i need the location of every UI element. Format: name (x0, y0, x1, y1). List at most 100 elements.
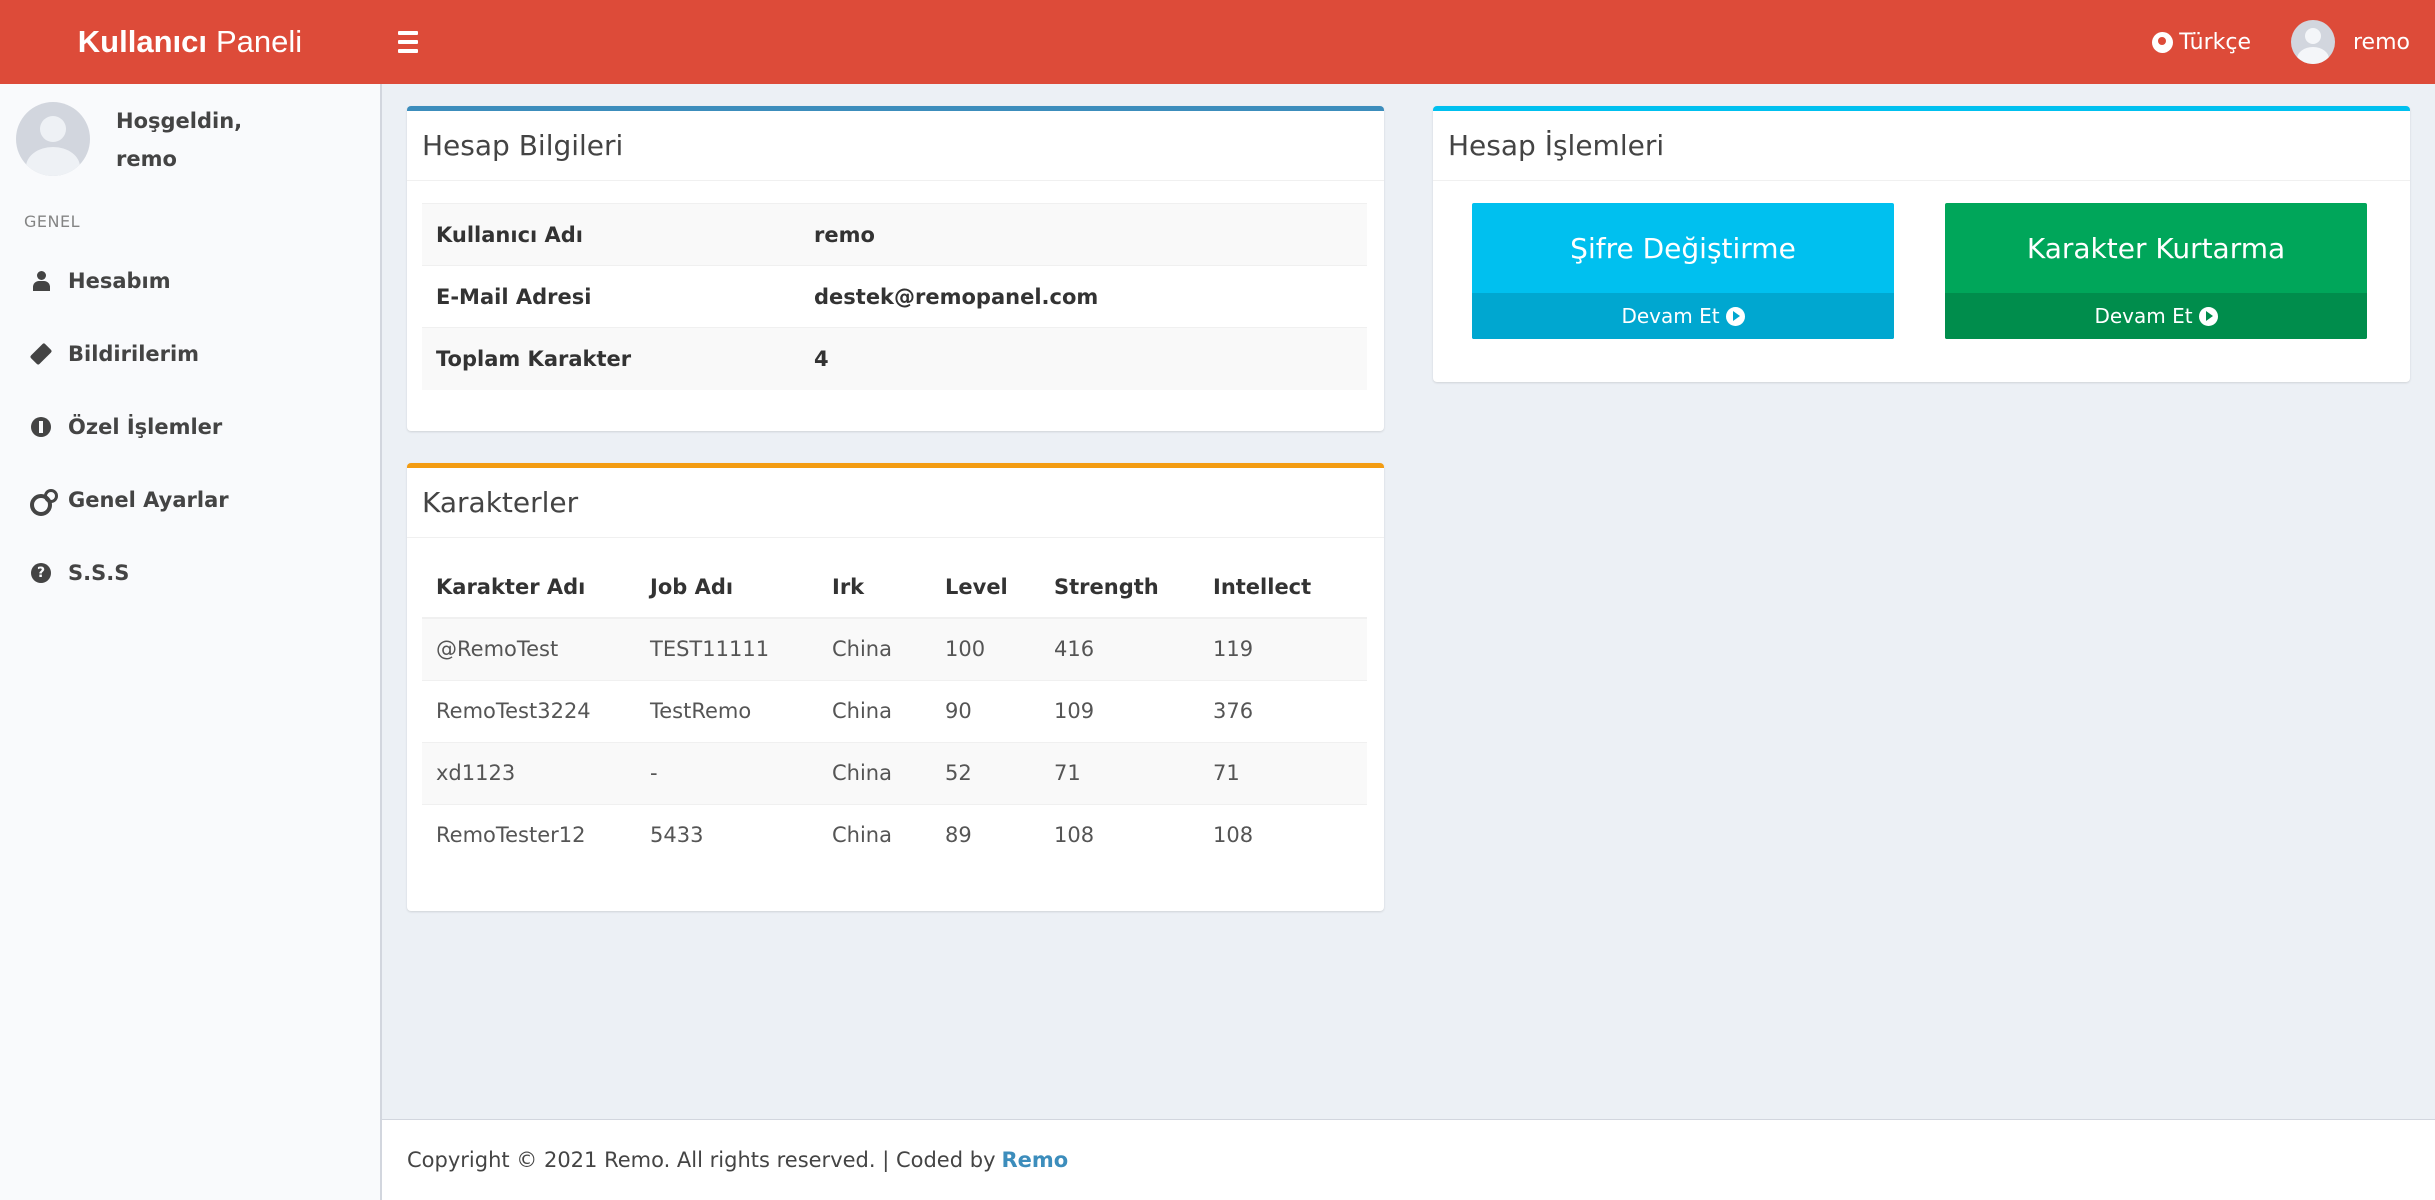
greeting: Hoşgeldin, (116, 109, 243, 133)
welcome-text: Hoşgeldin, remo (116, 102, 242, 178)
column-header: Strength (1054, 556, 1213, 619)
table-cell: RemoTester12 (422, 803, 650, 866)
avatar (16, 102, 90, 176)
language-selector[interactable]: Türkçe (2152, 0, 2251, 84)
menu-section-header: GENEL (24, 212, 80, 231)
sidebar-item-label: S.S.S (68, 560, 130, 585)
sidebar-item-genel-ayarlar[interactable]: Genel Ayarlar (0, 463, 380, 536)
table-cell: 100 (945, 617, 1054, 680)
table-cell: RemoTest3224 (422, 679, 650, 742)
user-menu[interactable]: remo (2291, 0, 2410, 84)
table-row: Toplam Karakter 4 (422, 327, 1367, 390)
characters-table: Karakter Adı Job Adı Irk Level Strength … (422, 556, 1367, 866)
table-header-row: Karakter Adı Job Adı Irk Level Strength … (422, 556, 1367, 619)
info-circle-icon (30, 416, 52, 438)
table-cell: 71 (1054, 741, 1213, 804)
table-cell: 108 (1054, 803, 1213, 866)
info-label: Kullanıcı Adı (422, 203, 814, 266)
column-header: Irk (832, 556, 945, 619)
tile-label: Karakter Kurtarma (2026, 231, 2286, 265)
table-cell: TEST11111 (650, 617, 832, 680)
logo-bold-text: Kullanıcı (77, 24, 207, 59)
info-label: Toplam Karakter (422, 327, 814, 390)
table-cell: 119 (1213, 617, 1367, 680)
table-cell: 108 (1213, 803, 1367, 866)
author-link[interactable]: Remo (1002, 1148, 1069, 1172)
sidebar-item-label: Hesabım (68, 268, 171, 293)
table-cell: @RemoTest (422, 617, 650, 680)
table-row: Kullanıcı Adı remo (422, 203, 1367, 266)
change-password-continue-link[interactable]: Devam Et (1472, 293, 1894, 339)
table-cell: 71 (1213, 741, 1367, 804)
avatar (2291, 20, 2335, 64)
sidebar-item-sss[interactable]: ? S.S.S (0, 536, 380, 609)
question-circle-icon: ? (30, 562, 52, 584)
sidebar-username: remo (116, 147, 177, 171)
info-value: remo (814, 203, 1367, 266)
tile-footer-label: Devam Et (2094, 304, 2193, 328)
language-label: Türkçe (2179, 29, 2251, 55)
table-cell: 52 (945, 741, 1054, 804)
character-recovery-tile[interactable]: Karakter Kurtarma Devam Et (1945, 203, 2367, 339)
user-icon (30, 270, 52, 292)
tile-footer-label: Devam Et (1621, 304, 1720, 328)
tile-label: Şifre Değiştirme (1570, 231, 1796, 265)
table-row: RemoTester12 5433 China 89 108 108 (422, 803, 1367, 866)
account-actions-box: Hesap İşlemleri Şifre Değiştirme Devam E… (1433, 106, 2410, 382)
sidebar-item-ozel-islemler[interactable]: Özel İşlemler (0, 390, 380, 463)
arrow-circle-right-icon (2198, 306, 2218, 326)
table-cell: 416 (1054, 617, 1213, 680)
sidebar-item-label: Genel Ayarlar (68, 487, 229, 512)
table-cell: China (832, 617, 945, 680)
arrow-circle-right-icon (1725, 306, 1745, 326)
table-row: E-Mail Adresi destek@remopanel.com (422, 265, 1367, 328)
account-info-box: Hesap Bilgileri Kullanıcı Adı remo E-Mai… (407, 106, 1384, 431)
app-logo[interactable]: Kullanıcı Paneli (0, 0, 380, 84)
info-value: 4 (814, 327, 1367, 390)
copyright-text: Copyright © 2021 Remo. All rights reserv… (407, 1148, 996, 1172)
characters-title: Karakterler (407, 468, 1384, 538)
sidebar-menu: Hesabım Bildirilerim Özel İşlemler Genel… (0, 244, 380, 609)
sidebar-item-hesabim[interactable]: Hesabım (0, 244, 380, 317)
table-cell: 109 (1054, 679, 1213, 742)
change-password-tile[interactable]: Şifre Değiştirme Devam Et (1472, 203, 1894, 339)
column-header: Intellect (1213, 556, 1367, 619)
table-cell: xd1123 (422, 741, 650, 804)
info-label: E-Mail Adresi (422, 265, 814, 328)
logo-light-text: Paneli (216, 24, 303, 59)
globe-icon (2152, 31, 2174, 53)
column-header: Job Adı (650, 556, 832, 619)
user-menu-name: remo (2353, 29, 2410, 55)
sidebar-item-label: Özel İşlemler (68, 414, 223, 439)
info-value: destek@remopanel.com (814, 265, 1367, 328)
column-header: Karakter Adı (422, 556, 650, 619)
gears-icon (30, 488, 58, 516)
character-recovery-continue-link[interactable]: Devam Et (1945, 293, 2367, 339)
table-cell: TestRemo (650, 679, 832, 742)
table-cell: 376 (1213, 679, 1367, 742)
table-cell: 5433 (650, 803, 832, 866)
table-cell: - (650, 741, 832, 804)
ticket-icon (29, 342, 53, 365)
characters-box: Karakterler Karakter Adı Job Adı Irk Lev… (407, 463, 1384, 911)
table-cell: China (832, 679, 945, 742)
account-info-table: Kullanıcı Adı remo E-Mail Adresi destek@… (422, 203, 1367, 390)
page-footer: Copyright © 2021 Remo. All rights reserv… (382, 1119, 2435, 1200)
table-cell: China (832, 803, 945, 866)
sidebar-item-bildirilerim[interactable]: Bildirilerim (0, 317, 380, 390)
table-row: RemoTest3224 TestRemo China 90 109 376 (422, 679, 1367, 742)
sidebar-item-label: Bildirilerim (68, 341, 200, 366)
sidebar-toggle-button[interactable] (398, 24, 434, 60)
account-info-title: Hesap Bilgileri (407, 111, 1384, 181)
table-row: @RemoTest TEST11111 China 100 416 119 (422, 617, 1367, 680)
table-cell: China (832, 741, 945, 804)
hamburger-icon (398, 31, 418, 35)
column-header: Level (945, 556, 1054, 619)
sidebar: Hoşgeldin, remo GENEL Hesabım Bildiriler… (0, 84, 382, 1200)
table-cell: 90 (945, 679, 1054, 742)
account-actions-title: Hesap İşlemleri (1433, 111, 2410, 181)
table-cell: 89 (945, 803, 1054, 866)
user-panel: Hoşgeldin, remo (16, 102, 366, 182)
table-row: xd1123 - China 52 71 71 (422, 741, 1367, 804)
top-navbar: Kullanıcı Paneli Türkçe remo (0, 0, 2435, 84)
